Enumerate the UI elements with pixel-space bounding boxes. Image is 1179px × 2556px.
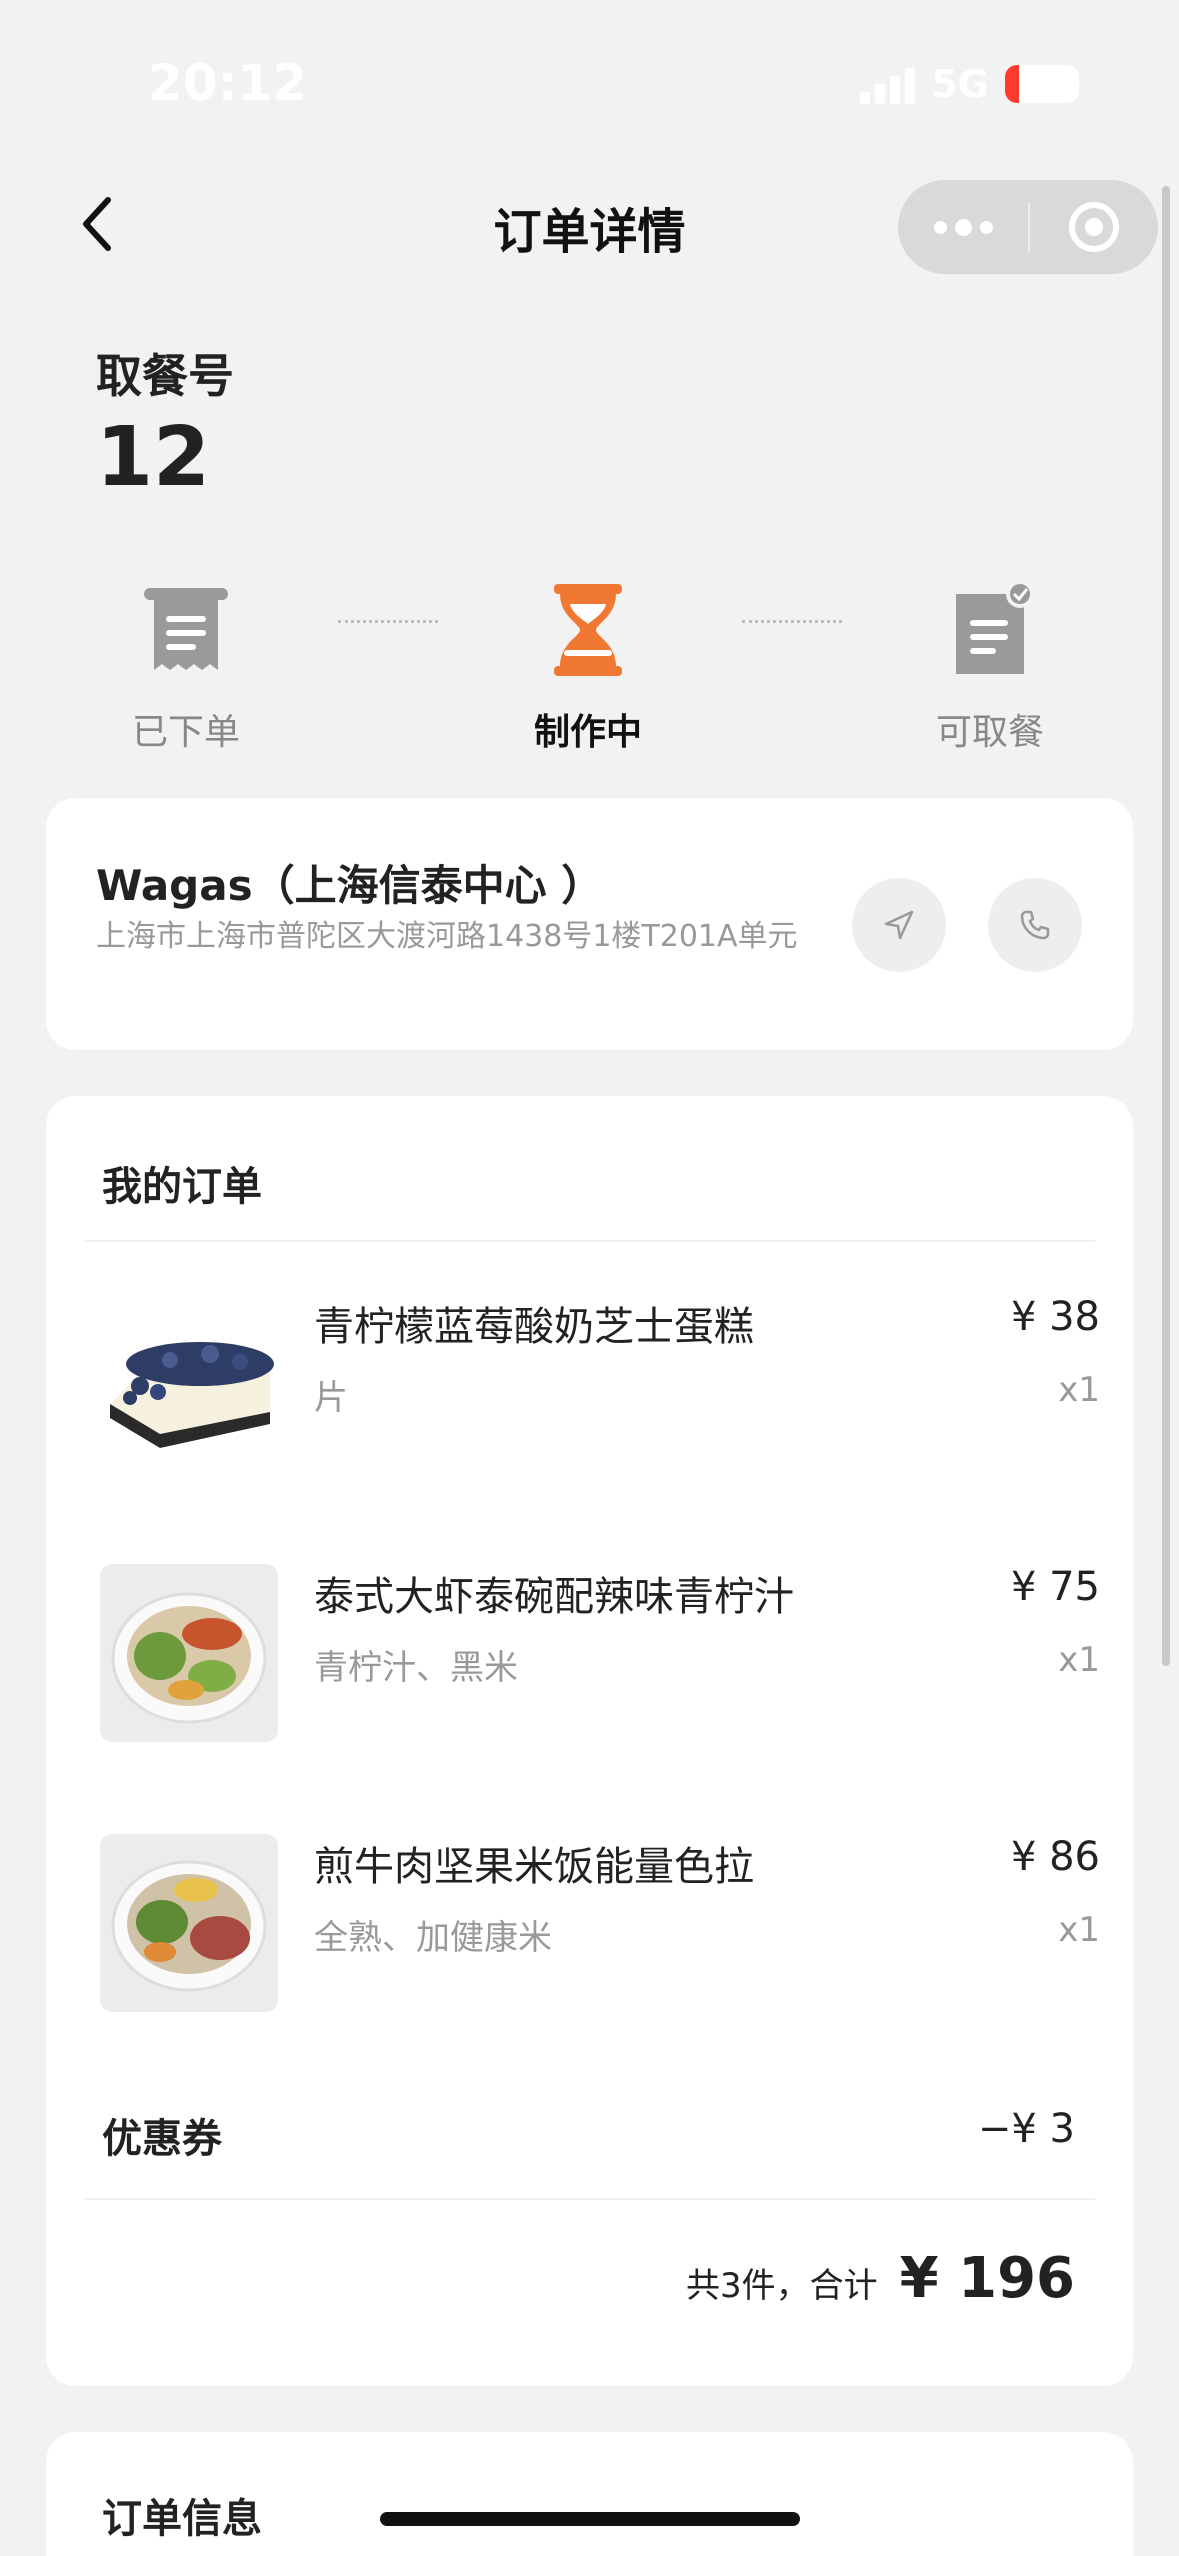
step-connector [742, 620, 842, 623]
step-label: 可取餐 [935, 712, 1044, 753]
order-title: 我的订单 [102, 1164, 262, 1210]
order-total: 共3件，合计 ¥ 196 [686, 2246, 1075, 2311]
mini-program-capsule [898, 180, 1158, 274]
step-ready: 可取餐 [890, 575, 1090, 755]
call-store-button[interactable] [988, 878, 1082, 972]
battery-level: 19 [1021, 67, 1063, 102]
pickup-label: 取餐号 [96, 349, 234, 403]
item-price: ¥ 75 [1010, 1564, 1100, 1610]
coupon-label: 优惠券 [102, 2116, 222, 2162]
item-name: 泰式大虾泰碗配辣味青柠汁 [314, 1574, 794, 1620]
divider [84, 2198, 1095, 2200]
status-time: 20:12 [148, 54, 308, 112]
step-preparing: 制作中 [488, 575, 688, 755]
order-info-card: 订单信息 [46, 2432, 1133, 2556]
receipt-icon [131, 575, 241, 685]
coupon-value: −¥ 3 [977, 2106, 1075, 2152]
step-label: 制作中 [533, 712, 642, 753]
step-label: 已下单 [131, 712, 240, 753]
item-qty: x1 [1058, 1370, 1100, 1410]
item-image-shrimp-bowl [100, 1564, 278, 1742]
store-address: 上海市上海市普陀区大渡河路1438号1楼T201A单元 [96, 919, 798, 954]
item-name: 青柠檬蓝莓酸奶芝士蛋糕 [314, 1304, 754, 1350]
signal-icon [860, 64, 916, 104]
order-item[interactable]: 泰式大虾泰碗配辣味青柠汁 青柠汁、黑米 ¥ 75 x1 [100, 1564, 1100, 1744]
home-indicator[interactable] [380, 2512, 800, 2526]
hourglass-icon [533, 575, 643, 685]
item-price: ¥ 86 [1010, 1834, 1100, 1880]
order-item[interactable]: 青柠檬蓝莓酸奶芝士蛋糕 片 ¥ 38 x1 [100, 1294, 1100, 1474]
step-connector [338, 620, 438, 623]
network-label: 5G [931, 62, 989, 106]
navigation-arrow-icon [884, 910, 914, 940]
status-bar: 20:12 5G 19 [0, 0, 1179, 170]
checked-document-icon [935, 575, 1045, 685]
item-qty: x1 [1058, 1910, 1100, 1950]
order-info-title: 订单信息 [102, 2496, 262, 2542]
divider [84, 1240, 1095, 1242]
nav-bar: 订单详情 [0, 170, 1179, 280]
order-card: 我的订单 青柠檬蓝莓酸奶芝士蛋糕 片 ¥ 38 x1 泰式大虾泰碗配辣味青柠汁 … [46, 1096, 1133, 2386]
order-item[interactable]: 煎牛肉坚果米饭能量色拉 全熟、加健康米 ¥ 86 x1 [100, 1834, 1100, 2014]
phone-icon [1020, 910, 1050, 940]
item-image-beef-salad [100, 1834, 278, 2012]
status-icons: 5G 19 [860, 62, 1079, 106]
close-mini-program-icon[interactable] [1030, 180, 1158, 274]
store-name: Wagas（上海信泰中心 ） [96, 861, 604, 910]
navigate-button[interactable] [852, 878, 946, 972]
item-spec: 青柠汁、黑米 [314, 1648, 518, 1688]
total-value: ¥ 196 [899, 2246, 1075, 2311]
item-price: ¥ 38 [1010, 1294, 1100, 1340]
scrollbar[interactable] [1162, 186, 1170, 1666]
more-icon[interactable] [898, 180, 1028, 274]
item-name: 煎牛肉坚果米饭能量色拉 [314, 1844, 754, 1890]
item-qty: x1 [1058, 1640, 1100, 1680]
item-image-cheesecake [100, 1294, 278, 1472]
item-spec: 全熟、加健康米 [314, 1918, 552, 1958]
step-ordered: 已下单 [86, 575, 286, 755]
item-spec: 片 [314, 1378, 348, 1418]
pickup-number: 12 [96, 410, 211, 505]
store-card: Wagas（上海信泰中心 ） 上海市上海市普陀区大渡河路1438号1楼T201A… [46, 798, 1133, 1050]
battery-icon: 19 [1005, 65, 1079, 103]
total-text: 共3件，合计 [686, 2266, 878, 2306]
